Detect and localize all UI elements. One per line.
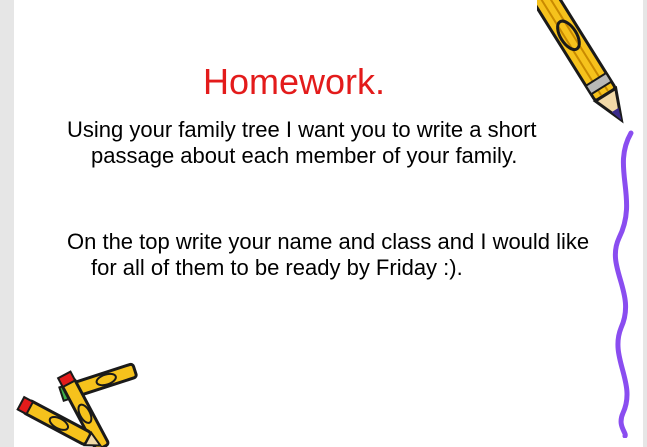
squiggle-line [612, 130, 634, 438]
instruction-paragraph-1: Using your family tree I want you to wri… [67, 117, 537, 168]
pencil-icon [537, 0, 624, 124]
slide-title: Homework. [202, 61, 386, 102]
slide: Homework. Using your family tree I want … [14, 0, 643, 447]
instruction-paragraph-2: On the top write your name and class and… [67, 229, 590, 280]
crossed-pencils-icon [16, 362, 138, 447]
